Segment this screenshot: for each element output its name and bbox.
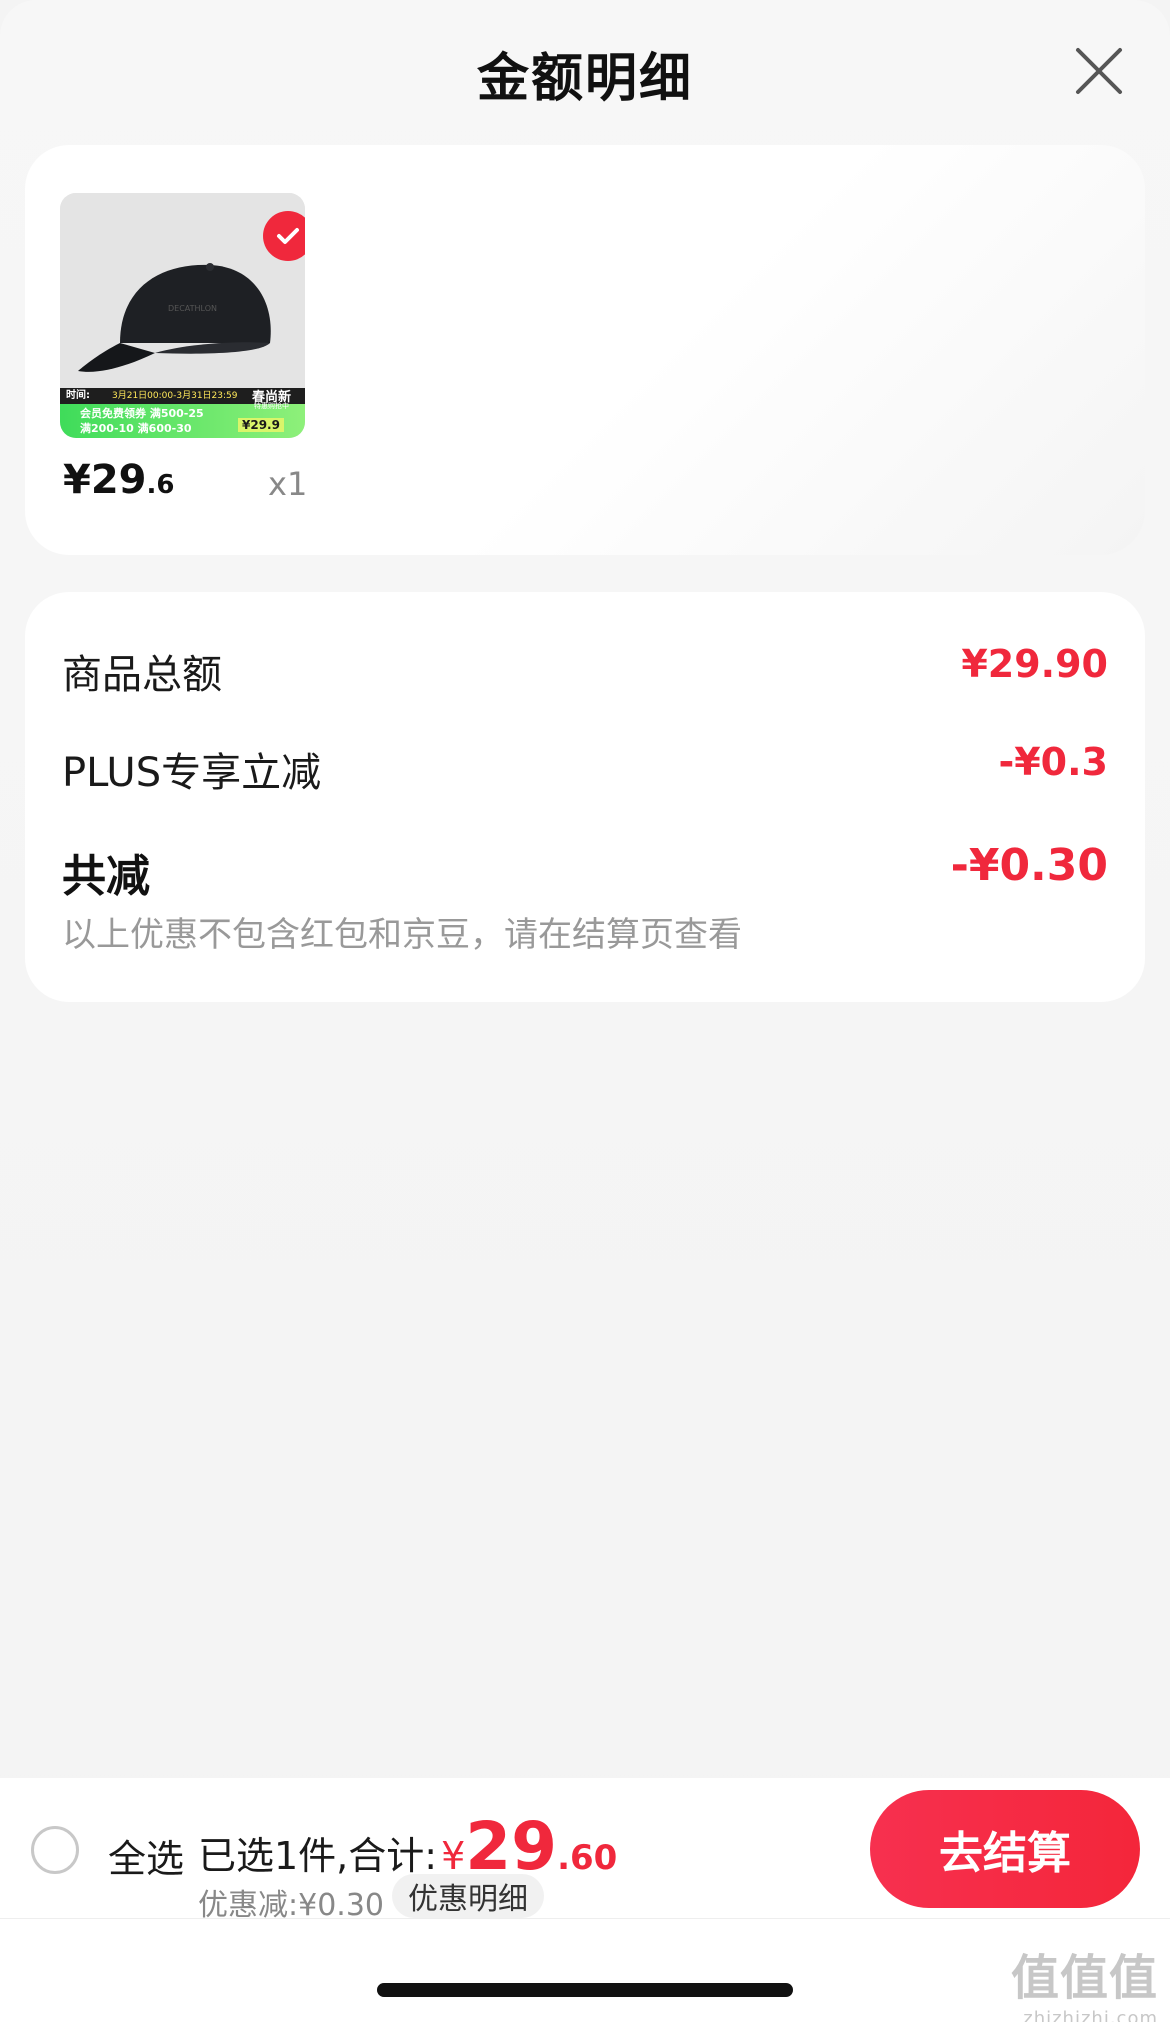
discount-detail-button[interactable]: 优惠明细 (392, 1874, 544, 1918)
amount-detail-sheet: 金额明细 DECATHLON 时间: 3月21日00:00-3月31日23:59 (0, 0, 1170, 2022)
checkout-button[interactable]: 去结算 (870, 1790, 1140, 1908)
watermark-domain: zhizhizhi.com (1023, 2008, 1158, 2022)
close-icon (1076, 48, 1122, 94)
total-discount-value: -¥0.30 (950, 840, 1108, 891)
promo-line-1: 会员免费领券 满500-25 (80, 407, 204, 420)
summary-row-subtotal: 商品总额 ¥29.90 (62, 642, 1108, 702)
product-card: DECATHLON 时间: 3月21日00:00-3月31日23:59 会员免费… (25, 145, 1145, 555)
summary-row-total-discount: 共减 -¥0.30 (62, 840, 1108, 902)
product-price: ¥29 .6 (63, 457, 174, 517)
promo-time-range: 3月21日00:00-3月31日23:59 (112, 391, 238, 401)
summary-row-plus-discount: PLUS专享立减 -¥0.3 (62, 740, 1108, 800)
watermark-logo: 值值值 (1010, 1950, 1158, 2006)
selected-check-badge[interactable] (263, 211, 305, 261)
divider (0, 1918, 1170, 1919)
summary-note: 以上优惠不包含红包和京豆，请在结算页查看 (62, 915, 742, 955)
promo-brand-sub: 特惠购抢中 (254, 402, 289, 410)
home-indicator[interactable] (377, 1983, 793, 1997)
plus-discount-value: -¥0.3 (998, 740, 1108, 784)
promo-line-2: 满200-10 满600-30 (80, 422, 192, 435)
close-button[interactable] (1068, 40, 1130, 102)
svg-text:DECATHLON: DECATHLON (168, 304, 217, 313)
promo-strip: 时间: 3月21日00:00-3月31日23:59 会员免费领券 满500-25… (60, 388, 305, 438)
product-price-decimal: .6 (146, 470, 175, 500)
plus-discount-label: PLUS专享立减 (62, 750, 322, 796)
product-image[interactable]: DECATHLON 时间: 3月21日00:00-3月31日23:59 会员免费… (60, 193, 305, 438)
check-icon (277, 228, 299, 244)
sheet-header: 金额明细 (0, 0, 1170, 140)
selected-total: 已选1件,合计: ¥ 29 .60 (198, 1808, 618, 1885)
promo-price: ¥29.9 (238, 418, 284, 432)
total-currency: ¥ (441, 1834, 466, 1878)
product-quantity: x1 (268, 465, 308, 503)
select-all-label[interactable]: 全选 (108, 1828, 184, 1883)
watermark: 值值值 zhizhizhi.com (1008, 1938, 1158, 2022)
select-all-radio[interactable] (31, 1826, 79, 1874)
product-price-main: ¥29 (63, 457, 147, 503)
total-decimal: .60 (557, 1838, 618, 1878)
subtotal-label: 商品总额 (62, 652, 222, 698)
promo-time-label: 时间: (66, 390, 90, 401)
subtotal-value: ¥29.90 (961, 642, 1108, 686)
selected-count-text: 已选1件,合计: (198, 1834, 438, 1878)
total-discount-label: 共减 (62, 851, 150, 902)
summary-card: 商品总额 ¥29.90 PLUS专享立减 -¥0.3 共减 -¥0.30 以上优… (25, 592, 1145, 1002)
page-title: 金额明细 (476, 49, 693, 109)
